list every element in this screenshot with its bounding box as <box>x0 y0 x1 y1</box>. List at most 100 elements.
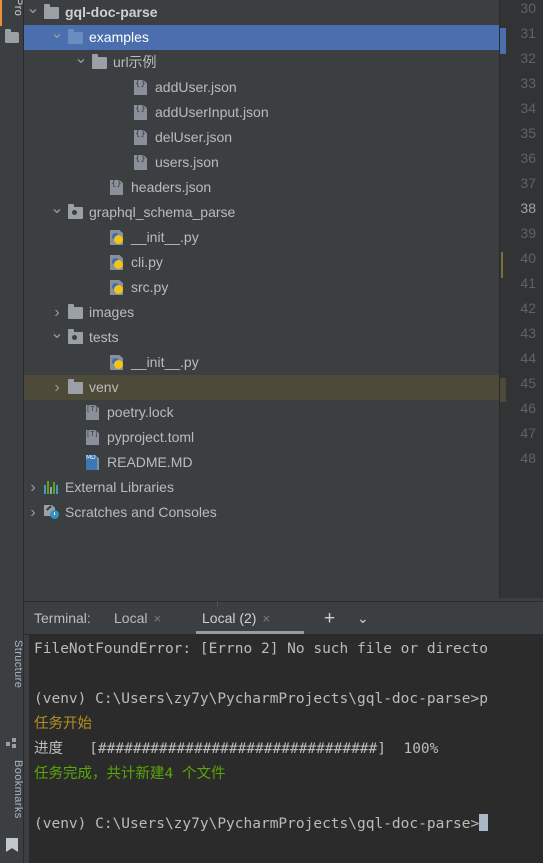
gutter-line-number: 45 <box>520 375 536 391</box>
tree-row-label: README.MD <box>107 454 193 470</box>
tree-row-label: url示例 <box>113 54 157 70</box>
tree-row[interactable]: pyproject.toml <box>24 425 499 450</box>
gutter-line-number: 39 <box>520 225 536 241</box>
chevron-down-icon[interactable]: ⌄ <box>357 602 369 635</box>
chevron-right-icon[interactable] <box>50 375 64 400</box>
chevron-down-icon[interactable] <box>26 0 40 25</box>
gutter-line-number: 30 <box>520 0 536 16</box>
tree-row-label: addUser.json <box>155 79 237 95</box>
left-tool-strip: Pro Structure Bookmarks <box>0 0 24 863</box>
json-file-icon <box>134 130 150 145</box>
tree-row[interactable]: addUser.json <box>24 75 499 100</box>
markdown-file-icon <box>86 455 102 470</box>
tree-row-label: src.py <box>131 279 169 295</box>
folder-icon <box>68 304 84 320</box>
json-file-icon <box>110 180 126 195</box>
chevron-right-icon[interactable] <box>50 300 64 325</box>
terminal-tab-local[interactable]: Local × <box>114 602 161 635</box>
chevron-down-icon[interactable] <box>74 50 88 75</box>
tree-row-label: Scratches and Consoles <box>65 504 217 520</box>
json-file-icon <box>134 105 150 120</box>
tree-row[interactable]: __init__.py <box>24 225 499 250</box>
scratches-icon <box>44 505 60 520</box>
terminal-cursor <box>479 814 489 831</box>
chevron-down-icon[interactable] <box>50 325 64 350</box>
tree-row[interactable]: External Libraries <box>24 475 499 500</box>
tree-row-label: External Libraries <box>65 479 174 495</box>
tree-row[interactable]: __init__.py <box>24 350 499 375</box>
add-terminal-tab-button[interactable]: + <box>324 602 335 635</box>
sidebar-tab-structure[interactable]: Structure <box>0 640 24 688</box>
tree-row[interactable]: venv <box>24 375 499 400</box>
tree-row[interactable]: graphql_schema_parse <box>24 200 499 225</box>
gutter-line-number: 34 <box>520 100 536 116</box>
terminal-panel: Terminal: Local × Local (2) × + ⌄ FileNotF… <box>24 601 543 863</box>
modified-line-marker <box>501 252 503 278</box>
close-icon[interactable]: × <box>262 611 270 626</box>
folder-icon <box>44 4 60 20</box>
tree-row[interactable]: tests <box>24 325 499 350</box>
gutter-line-number: 38 <box>520 200 536 216</box>
structure-icon[interactable] <box>6 736 17 748</box>
gutter-line-number: 35 <box>520 125 536 141</box>
chevron-right-icon[interactable] <box>26 500 40 525</box>
tree-row[interactable]: Scratches and Consoles <box>24 500 499 525</box>
terminal-line-text: (venv) C:\Users\zy7y\PycharmProjects\gql… <box>34 816 480 832</box>
project-folder-icon[interactable] <box>5 29 19 44</box>
gutter-line-number: 44 <box>520 350 536 366</box>
folder-icon <box>68 379 84 395</box>
editor-line-number-gutter: 30 31 32 33 34 35 36 37 38 39 40 41 42 43 44 45 46 47 48 <box>499 0 543 601</box>
tree-row[interactable]: README.MD <box>24 450 499 475</box>
gutter-line-number: 42 <box>520 300 536 316</box>
tree-row[interactable]: cli.py <box>24 250 499 275</box>
terminal-line-text: 进度 [################################] 10… <box>34 741 439 757</box>
gutter-line-number: 32 <box>520 50 536 66</box>
tree-row-label: gql-doc-parse <box>65 4 158 20</box>
tree-row-label: addUserInput.json <box>155 104 269 120</box>
tree-row-label: pyproject.toml <box>107 429 195 445</box>
tree-row[interactable]: src.py <box>24 275 499 300</box>
python-file-icon <box>110 255 126 270</box>
project-tree-panel[interactable]: gql-doc-parse examples url示例 addUser.json ad… <box>24 0 499 601</box>
tree-row-label: tests <box>89 329 119 345</box>
active-tab-underline <box>196 631 304 634</box>
bookmark-flag-icon[interactable] <box>6 838 18 852</box>
tree-row[interactable]: url示例 <box>24 50 499 75</box>
tree-row[interactable]: headers.json <box>24 175 499 200</box>
chevron-down-icon[interactable] <box>50 25 64 50</box>
tree-row-label: headers.json <box>131 179 212 195</box>
tree-row[interactable]: users.json <box>24 150 499 175</box>
tree-row-label: users.json <box>155 154 219 170</box>
folder-source-icon <box>68 204 84 220</box>
terminal-label: Terminal: <box>34 610 91 626</box>
tree-row[interactable]: addUserInput.json <box>24 100 499 125</box>
gutter-line-number: 46 <box>520 400 536 416</box>
close-icon[interactable]: × <box>153 611 161 626</box>
folder-source-icon <box>68 329 84 345</box>
terminal-line: (venv) C:\Users\zy7y\PycharmProjects\gql… <box>34 812 489 837</box>
folder-blue-icon <box>68 29 84 45</box>
terminal-tab-local-label: Local <box>114 610 148 626</box>
terminal-line: (venv) C:\Users\zy7y\PycharmProjects\gql… <box>34 687 488 712</box>
sidebar-tab-project[interactable]: Pro <box>0 0 24 16</box>
terminal-line-text: 任务完成，共计新建4 个文件 <box>34 766 226 782</box>
tree-row[interactable]: delUser.json <box>24 125 499 150</box>
terminal-output[interactable]: FileNotFoundError: [Errno 2] No such fil… <box>24 635 543 863</box>
terminal-line: FileNotFoundError: [Errno 2] No such fil… <box>34 637 488 662</box>
sidebar-tab-bookmarks[interactable]: Bookmarks <box>0 760 24 819</box>
python-file-icon <box>110 280 126 295</box>
tree-row[interactable]: images <box>24 300 499 325</box>
tree-row-label: delUser.json <box>155 129 233 145</box>
tree-row[interactable]: poetry.lock <box>24 400 499 425</box>
chevron-down-icon[interactable] <box>50 200 64 225</box>
tree-row[interactable]: gql-doc-parse <box>24 0 499 25</box>
tree-row[interactable]: examples <box>24 25 499 50</box>
gutter-line-number: 31 <box>520 25 536 41</box>
tree-row-label: __init__.py <box>131 229 199 245</box>
ide-window: Pro Structure Bookmarks gql-doc-parse exa… <box>0 0 543 863</box>
external-libraries-icon <box>44 480 60 495</box>
tab-divider <box>217 601 218 607</box>
json-file-icon <box>134 155 150 170</box>
chevron-right-icon[interactable] <box>26 475 40 500</box>
toml-file-icon <box>86 405 102 420</box>
